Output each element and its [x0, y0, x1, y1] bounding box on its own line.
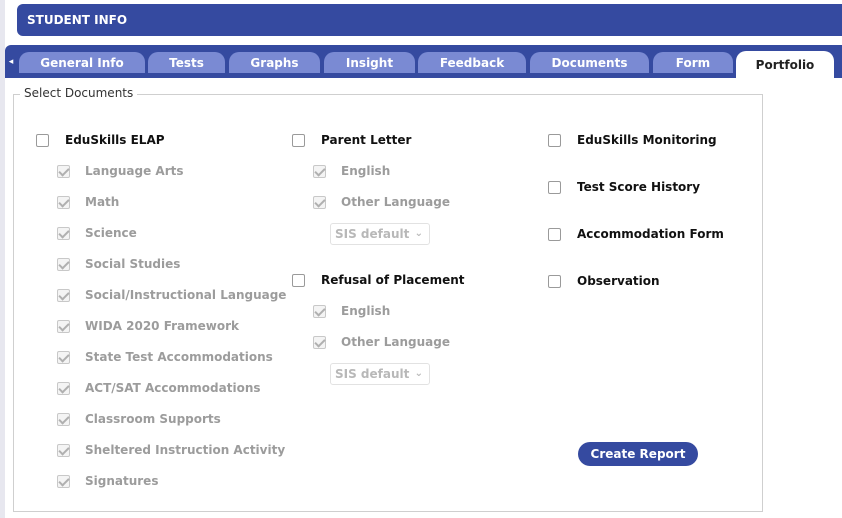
label-refusal-english: English — [341, 304, 391, 318]
tab-general-info[interactable]: General Info — [19, 52, 145, 73]
checkbox-language-arts[interactable] — [57, 165, 70, 178]
label-eduskills-elap: EduSkills ELAP — [65, 133, 165, 147]
label-math: Math — [85, 195, 120, 209]
label-test-score-history: Test Score History — [577, 180, 701, 194]
label-social-instructional-language: Social/Instructional Language — [85, 288, 287, 302]
label-signatures: Signatures — [85, 474, 159, 488]
select-documents-legend: Select Documents — [20, 86, 138, 100]
label-refusal-of-placement: Refusal of Placement — [321, 273, 465, 287]
tab-scroll-left-icon[interactable]: ◂ — [5, 52, 17, 72]
parent-letter-language-select[interactable]: SIS default ⌄ — [330, 223, 430, 245]
checkbox-sheltered-instruction-activity[interactable] — [57, 444, 70, 457]
create-report-button[interactable]: Create Report — [578, 442, 698, 466]
chevron-down-icon: ⌄ — [414, 228, 423, 239]
checkbox-refusal-english[interactable] — [313, 305, 326, 318]
label-observation: Observation — [577, 274, 660, 288]
label-parent-letter-other-language: Other Language — [341, 195, 450, 209]
checkbox-parent-letter-other-language[interactable] — [313, 196, 326, 209]
label-language-arts: Language Arts — [85, 164, 184, 178]
checkbox-parent-letter-english[interactable] — [313, 165, 326, 178]
tab-tests[interactable]: Tests — [148, 52, 225, 73]
tab-insight[interactable]: Insight — [324, 52, 415, 73]
tab-documents[interactable]: Documents — [530, 52, 649, 73]
tab-graphs[interactable]: Graphs — [229, 52, 320, 73]
student-info-header: STUDENT INFO — [17, 4, 842, 36]
chevron-down-icon: ⌄ — [414, 368, 423, 379]
tab-form[interactable]: Form — [653, 52, 733, 73]
checkbox-refusal-of-placement[interactable] — [292, 274, 305, 287]
header-title: STUDENT INFO — [27, 13, 128, 27]
checkbox-science[interactable] — [57, 227, 70, 240]
label-social-studies: Social Studies — [85, 257, 181, 271]
label-accommodation-form: Accommodation Form — [577, 227, 724, 241]
label-refusal-other-language: Other Language — [341, 335, 450, 349]
checkbox-wida-2020-framework[interactable] — [57, 320, 70, 333]
label-classroom-supports: Classroom Supports — [85, 412, 221, 426]
checkbox-test-score-history[interactable] — [548, 181, 561, 194]
refusal-language-select[interactable]: SIS default ⌄ — [330, 363, 430, 385]
checkbox-refusal-other-language[interactable] — [313, 336, 326, 349]
checkbox-social-studies[interactable] — [57, 258, 70, 271]
checkbox-parent-letter[interactable] — [292, 134, 305, 147]
checkbox-eduskills-monitoring[interactable] — [548, 134, 561, 147]
refusal-select-value: SIS default — [335, 367, 410, 381]
label-act-sat-accommodations: ACT/SAT Accommodations — [85, 381, 261, 395]
parent-letter-select-value: SIS default — [335, 227, 410, 241]
checkbox-act-sat-accommodations[interactable] — [57, 382, 70, 395]
label-state-test-accommodations: State Test Accommodations — [85, 350, 273, 364]
checkbox-math[interactable] — [57, 196, 70, 209]
label-parent-letter: Parent Letter — [321, 133, 412, 147]
checkbox-accommodation-form[interactable] — [548, 228, 561, 241]
label-eduskills-monitoring: EduSkills Monitoring — [577, 133, 717, 147]
checkbox-classroom-supports[interactable] — [57, 413, 70, 426]
label-science: Science — [85, 226, 137, 240]
label-parent-letter-english: English — [341, 164, 391, 178]
checkbox-signatures[interactable] — [57, 475, 70, 488]
checkbox-observation[interactable] — [548, 275, 561, 288]
label-sheltered-instruction-activity: Sheltered Instruction Activity — [85, 443, 286, 457]
checkbox-state-test-accommodations[interactable] — [57, 351, 70, 364]
checkbox-eduskills-elap[interactable] — [36, 134, 49, 147]
checkbox-social-instructional-language[interactable] — [57, 289, 70, 302]
tab-portfolio[interactable]: Portfolio — [736, 51, 834, 78]
label-wida-2020-framework: WIDA 2020 Framework — [85, 319, 240, 333]
tab-feedback[interactable]: Feedback — [418, 52, 526, 73]
